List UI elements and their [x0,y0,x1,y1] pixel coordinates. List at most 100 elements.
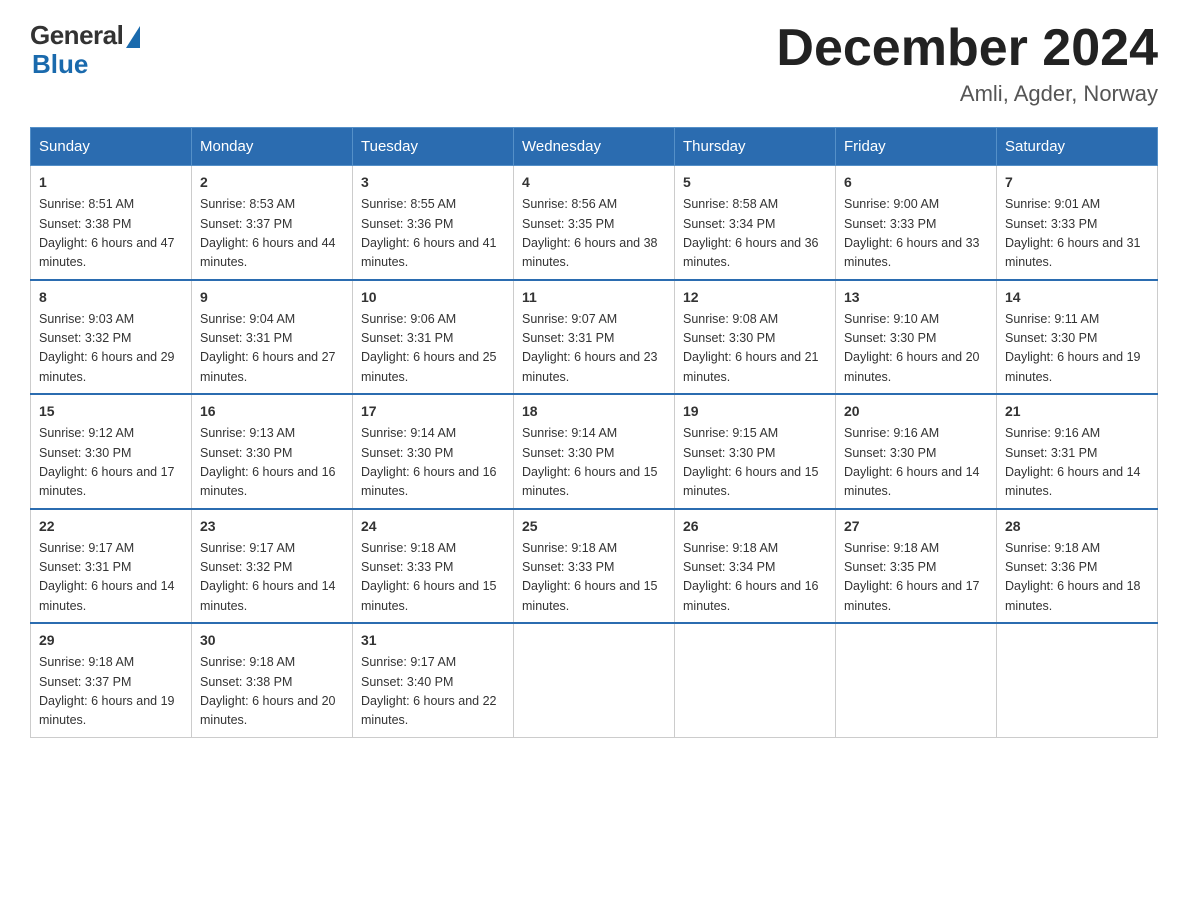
column-header-sunday: Sunday [31,128,192,166]
day-info: Sunrise: 9:18 AMSunset: 3:38 PMDaylight:… [200,655,336,727]
day-info: Sunrise: 9:17 AMSunset: 3:31 PMDaylight:… [39,541,175,613]
calendar-cell: 1 Sunrise: 8:51 AMSunset: 3:38 PMDayligh… [31,166,192,280]
day-number: 15 [39,401,183,422]
day-info: Sunrise: 9:07 AMSunset: 3:31 PMDaylight:… [522,312,658,384]
calendar-cell: 21 Sunrise: 9:16 AMSunset: 3:31 PMDaylig… [997,394,1158,509]
day-info: Sunrise: 9:10 AMSunset: 3:30 PMDaylight:… [844,312,980,384]
day-info: Sunrise: 9:08 AMSunset: 3:30 PMDaylight:… [683,312,819,384]
day-info: Sunrise: 9:17 AMSunset: 3:32 PMDaylight:… [200,541,336,613]
day-number: 23 [200,516,344,537]
day-info: Sunrise: 9:17 AMSunset: 3:40 PMDaylight:… [361,655,497,727]
calendar-cell: 31 Sunrise: 9:17 AMSunset: 3:40 PMDaylig… [353,623,514,737]
calendar-cell: 15 Sunrise: 9:12 AMSunset: 3:30 PMDaylig… [31,394,192,509]
column-header-thursday: Thursday [675,128,836,166]
day-info: Sunrise: 9:16 AMSunset: 3:31 PMDaylight:… [1005,426,1141,498]
calendar-cell: 16 Sunrise: 9:13 AMSunset: 3:30 PMDaylig… [192,394,353,509]
day-info: Sunrise: 9:14 AMSunset: 3:30 PMDaylight:… [361,426,497,498]
calendar-cell: 25 Sunrise: 9:18 AMSunset: 3:33 PMDaylig… [514,509,675,624]
calendar-week-row: 1 Sunrise: 8:51 AMSunset: 3:38 PMDayligh… [31,166,1158,280]
calendar-cell: 17 Sunrise: 9:14 AMSunset: 3:30 PMDaylig… [353,394,514,509]
day-number: 8 [39,287,183,308]
day-number: 31 [361,630,505,651]
calendar-cell: 27 Sunrise: 9:18 AMSunset: 3:35 PMDaylig… [836,509,997,624]
day-number: 20 [844,401,988,422]
calendar-cell: 11 Sunrise: 9:07 AMSunset: 3:31 PMDaylig… [514,280,675,395]
day-info: Sunrise: 9:16 AMSunset: 3:30 PMDaylight:… [844,426,980,498]
calendar-week-row: 15 Sunrise: 9:12 AMSunset: 3:30 PMDaylig… [31,394,1158,509]
day-info: Sunrise: 9:04 AMSunset: 3:31 PMDaylight:… [200,312,336,384]
day-number: 30 [200,630,344,651]
day-number: 24 [361,516,505,537]
logo-blue-text: Blue [32,49,88,80]
column-header-friday: Friday [836,128,997,166]
day-number: 25 [522,516,666,537]
calendar-cell: 28 Sunrise: 9:18 AMSunset: 3:36 PMDaylig… [997,509,1158,624]
day-number: 22 [39,516,183,537]
location-subtitle: Amli, Agder, Norway [776,81,1158,107]
day-info: Sunrise: 8:58 AMSunset: 3:34 PMDaylight:… [683,197,819,269]
day-number: 27 [844,516,988,537]
day-info: Sunrise: 9:12 AMSunset: 3:30 PMDaylight:… [39,426,175,498]
day-info: Sunrise: 9:13 AMSunset: 3:30 PMDaylight:… [200,426,336,498]
day-number: 4 [522,172,666,193]
calendar-week-row: 29 Sunrise: 9:18 AMSunset: 3:37 PMDaylig… [31,623,1158,737]
day-info: Sunrise: 9:18 AMSunset: 3:35 PMDaylight:… [844,541,980,613]
day-number: 6 [844,172,988,193]
logo-general-text: General [30,20,123,51]
logo-triangle-icon [126,26,140,48]
calendar-cell: 2 Sunrise: 8:53 AMSunset: 3:37 PMDayligh… [192,166,353,280]
logo: General Blue [30,20,140,80]
title-section: December 2024 Amli, Agder, Norway [776,20,1158,107]
day-number: 14 [1005,287,1149,308]
day-info: Sunrise: 9:15 AMSunset: 3:30 PMDaylight:… [683,426,819,498]
day-number: 17 [361,401,505,422]
calendar-week-row: 22 Sunrise: 9:17 AMSunset: 3:31 PMDaylig… [31,509,1158,624]
day-number: 18 [522,401,666,422]
calendar-cell: 5 Sunrise: 8:58 AMSunset: 3:34 PMDayligh… [675,166,836,280]
day-info: Sunrise: 9:18 AMSunset: 3:37 PMDaylight:… [39,655,175,727]
calendar-cell [514,623,675,737]
day-info: Sunrise: 9:18 AMSunset: 3:33 PMDaylight:… [361,541,497,613]
day-number: 21 [1005,401,1149,422]
calendar-cell: 22 Sunrise: 9:17 AMSunset: 3:31 PMDaylig… [31,509,192,624]
calendar-cell: 14 Sunrise: 9:11 AMSunset: 3:30 PMDaylig… [997,280,1158,395]
day-info: Sunrise: 9:11 AMSunset: 3:30 PMDaylight:… [1005,312,1141,384]
column-header-monday: Monday [192,128,353,166]
day-info: Sunrise: 9:01 AMSunset: 3:33 PMDaylight:… [1005,197,1141,269]
day-number: 19 [683,401,827,422]
calendar-cell: 3 Sunrise: 8:55 AMSunset: 3:36 PMDayligh… [353,166,514,280]
day-number: 5 [683,172,827,193]
column-header-tuesday: Tuesday [353,128,514,166]
calendar-cell: 7 Sunrise: 9:01 AMSunset: 3:33 PMDayligh… [997,166,1158,280]
day-number: 2 [200,172,344,193]
calendar-cell: 8 Sunrise: 9:03 AMSunset: 3:32 PMDayligh… [31,280,192,395]
day-number: 11 [522,287,666,308]
day-number: 1 [39,172,183,193]
day-number: 29 [39,630,183,651]
calendar-cell: 13 Sunrise: 9:10 AMSunset: 3:30 PMDaylig… [836,280,997,395]
day-number: 26 [683,516,827,537]
month-title: December 2024 [776,20,1158,77]
calendar-cell: 6 Sunrise: 9:00 AMSunset: 3:33 PMDayligh… [836,166,997,280]
day-info: Sunrise: 9:00 AMSunset: 3:33 PMDaylight:… [844,197,980,269]
page-header: General Blue December 2024 Amli, Agder, … [30,20,1158,107]
calendar-cell: 20 Sunrise: 9:16 AMSunset: 3:30 PMDaylig… [836,394,997,509]
calendar-cell [997,623,1158,737]
day-number: 28 [1005,516,1149,537]
column-header-saturday: Saturday [997,128,1158,166]
calendar-header-row: SundayMondayTuesdayWednesdayThursdayFrid… [31,128,1158,166]
column-header-wednesday: Wednesday [514,128,675,166]
calendar-cell: 9 Sunrise: 9:04 AMSunset: 3:31 PMDayligh… [192,280,353,395]
calendar-cell: 30 Sunrise: 9:18 AMSunset: 3:38 PMDaylig… [192,623,353,737]
calendar-cell: 10 Sunrise: 9:06 AMSunset: 3:31 PMDaylig… [353,280,514,395]
day-number: 16 [200,401,344,422]
calendar-cell: 12 Sunrise: 9:08 AMSunset: 3:30 PMDaylig… [675,280,836,395]
day-info: Sunrise: 9:03 AMSunset: 3:32 PMDaylight:… [39,312,175,384]
day-info: Sunrise: 8:55 AMSunset: 3:36 PMDaylight:… [361,197,497,269]
day-info: Sunrise: 9:14 AMSunset: 3:30 PMDaylight:… [522,426,658,498]
day-info: Sunrise: 9:18 AMSunset: 3:36 PMDaylight:… [1005,541,1141,613]
calendar-cell [836,623,997,737]
calendar-table: SundayMondayTuesdayWednesdayThursdayFrid… [30,127,1158,738]
day-number: 7 [1005,172,1149,193]
calendar-cell: 18 Sunrise: 9:14 AMSunset: 3:30 PMDaylig… [514,394,675,509]
